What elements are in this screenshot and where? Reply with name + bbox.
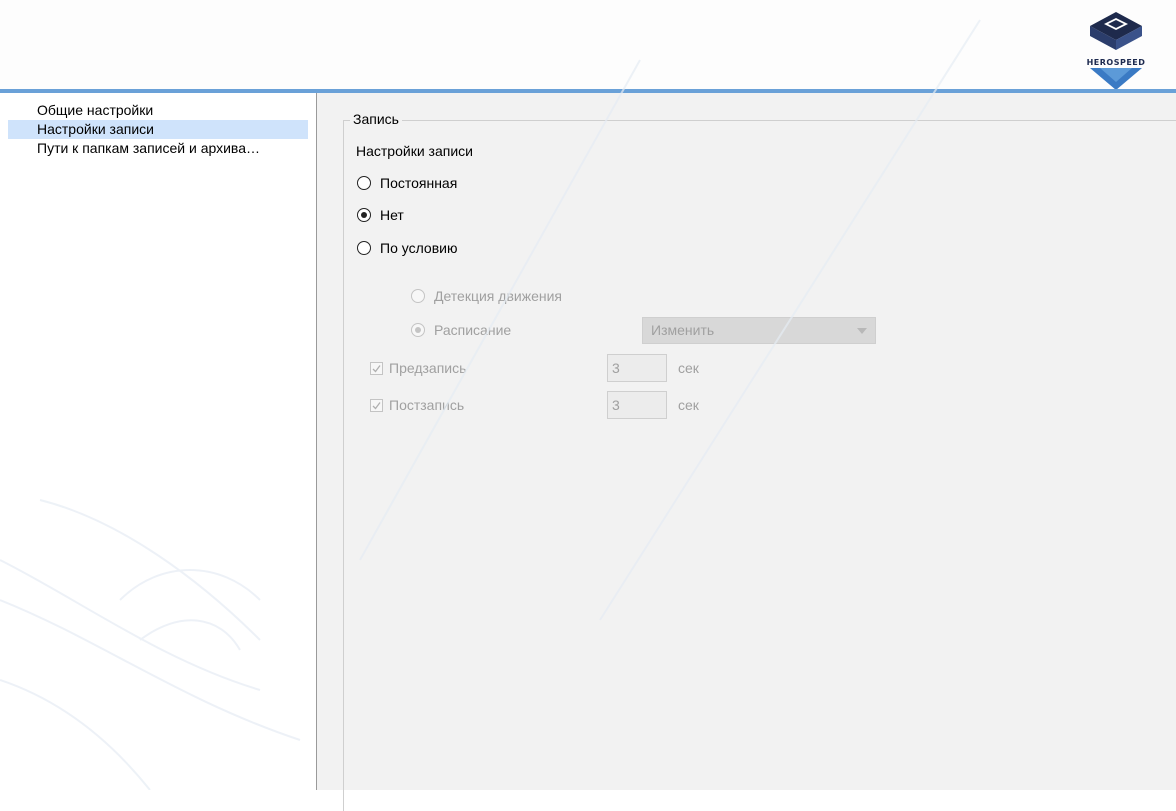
radio-constant[interactable]: [357, 176, 371, 190]
chevron-down-icon: [857, 328, 867, 334]
section-label: Настройки записи: [356, 143, 473, 159]
radio-conditional[interactable]: [357, 241, 371, 255]
sidebar-item-record-paths[interactable]: Пути к папкам записей и архива…: [8, 139, 308, 158]
prerecord-label: Предзапись: [389, 360, 467, 376]
postrecord-unit: сек: [678, 397, 699, 413]
checkmark-icon: [372, 402, 381, 410]
radio-none[interactable]: [357, 208, 371, 222]
postrecord-label: Постзапись: [389, 397, 465, 413]
prerecord-seconds-input[interactable]: 3: [607, 354, 667, 382]
radio-motion-detection[interactable]: [411, 289, 425, 303]
radio-conditional-label[interactable]: По условию: [380, 240, 457, 256]
postrecord-seconds-input[interactable]: 3: [607, 391, 667, 419]
checkmark-icon: [372, 365, 381, 373]
radio-constant-label[interactable]: Постоянная: [380, 175, 457, 191]
radio-none-label[interactable]: Нет: [380, 207, 404, 223]
postrecord-checkbox[interactable]: [370, 399, 383, 412]
group-title: Запись: [350, 111, 402, 127]
herospeed-logo: HEROSPEED: [1068, 10, 1164, 90]
prerecord-unit: сек: [678, 360, 699, 376]
schedule-select[interactable]: Изменить: [642, 317, 876, 344]
radio-motion-detection-label[interactable]: Детекция движения: [434, 288, 562, 304]
record-groupbox: [343, 120, 1176, 811]
sidebar-item-record-settings[interactable]: Настройки записи: [8, 120, 308, 139]
sidebar-item-general-settings[interactable]: Общие настройки: [8, 101, 308, 120]
herospeed-logo-icon: [1090, 12, 1142, 90]
logo-text: HEROSPEED: [1086, 58, 1146, 67]
radio-schedule-label[interactable]: Расписание: [434, 322, 511, 338]
radio-schedule[interactable]: [411, 323, 425, 337]
main-panel: Запись Настройки записи Постоянная Нет П…: [317, 93, 1176, 811]
prerecord-checkbox[interactable]: [370, 362, 383, 375]
header-bar: [0, 0, 1176, 90]
sidebar: Общие настройки Настройки записи Пути к …: [0, 93, 316, 790]
schedule-select-value: Изменить: [651, 322, 715, 338]
